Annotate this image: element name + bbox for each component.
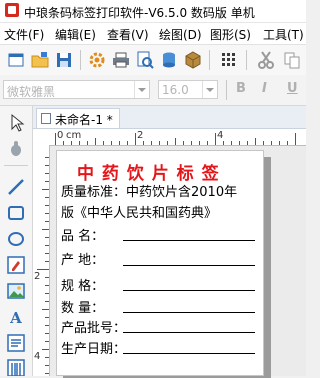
font-size-value: 16.0 bbox=[162, 83, 189, 97]
select-arrow-icon[interactable] bbox=[5, 112, 27, 134]
vertical-ruler: 2 4 bbox=[33, 145, 50, 376]
palette-separator bbox=[4, 165, 28, 166]
ruler-unit: cm bbox=[66, 130, 82, 141]
menu-draw[interactable]: 绘图(D) bbox=[159, 26, 202, 43]
chevron-down-icon[interactable] bbox=[134, 81, 149, 98]
bold-button[interactable]: B bbox=[236, 81, 246, 96]
field-label-batch[interactable]: 产品批号： bbox=[61, 317, 126, 336]
underline-origin bbox=[123, 265, 255, 266]
ruler-label-2: 2 bbox=[137, 130, 144, 141]
quality-standard-line-1[interactable]: 质量标准：中药饮片含2010年 bbox=[61, 181, 237, 200]
rectangle-icon[interactable] bbox=[5, 202, 27, 224]
menu-view[interactable]: 查看(V) bbox=[107, 26, 149, 43]
new-file-icon[interactable] bbox=[7, 51, 25, 69]
font-family-value: 微软雅黑 bbox=[7, 85, 56, 99]
barcode-icon[interactable] bbox=[5, 358, 27, 376]
underline-quantity bbox=[123, 312, 255, 313]
print-icon[interactable] bbox=[112, 51, 130, 69]
chevron-down-icon[interactable] bbox=[202, 81, 217, 98]
ruler-label-2: 2 bbox=[34, 271, 41, 282]
field-label-quantity[interactable]: 数 量： bbox=[61, 297, 104, 316]
menu-edit[interactable]: 编辑(E) bbox=[55, 26, 96, 43]
copy-icon[interactable] bbox=[283, 51, 301, 69]
print-preview-icon[interactable] bbox=[136, 51, 154, 69]
text-icon[interactable]: A bbox=[5, 306, 27, 328]
field-label-spec[interactable]: 规 格： bbox=[61, 275, 104, 294]
horizontal-ruler: 0 cm 2 4 bbox=[33, 129, 306, 146]
ruler-ticks bbox=[37, 157, 49, 374]
underline-spec bbox=[123, 290, 255, 291]
quality-standard-line-2[interactable]: 版《中华人民共和国药典》 bbox=[61, 202, 217, 221]
settings-gear-icon[interactable] bbox=[88, 51, 106, 69]
underline-production-date bbox=[123, 353, 255, 354]
document-icon bbox=[41, 113, 51, 124]
format-toolbar: 微软雅黑 16.0 B I U bbox=[0, 75, 306, 106]
pan-icon[interactable] bbox=[5, 138, 27, 160]
main-toolbar bbox=[0, 44, 306, 76]
menu-shape[interactable]: 图形(S) bbox=[210, 26, 251, 43]
field-label-origin[interactable]: 产 地： bbox=[61, 249, 104, 268]
ellipse-icon[interactable] bbox=[5, 228, 27, 250]
ruler-label-4: 4 bbox=[217, 130, 224, 141]
tab-label: 未命名-1 * bbox=[55, 113, 113, 127]
title-bar: 中琅条码标签打印软件-V6.5.0 数码版 单机 bbox=[0, 0, 306, 23]
font-family-select[interactable]: 微软雅黑 bbox=[3, 80, 150, 99]
image-edit-icon[interactable] bbox=[5, 254, 27, 276]
field-label-product-name[interactable]: 品 名： bbox=[61, 225, 104, 244]
underline-button[interactable]: U bbox=[287, 81, 298, 96]
tool-palette: A bbox=[0, 106, 33, 376]
menu-file[interactable]: 文件(F) bbox=[4, 26, 44, 43]
ruler-label-zero: 0 bbox=[57, 130, 64, 141]
package-icon[interactable] bbox=[184, 51, 202, 69]
document-tab-bar: 未命名-1 * bbox=[33, 106, 306, 129]
underline-product-name bbox=[123, 240, 255, 241]
ruler-label-4: 4 bbox=[34, 351, 41, 362]
app-logo-icon bbox=[5, 3, 19, 17]
font-size-select[interactable]: 16.0 bbox=[158, 80, 218, 99]
save-icon[interactable] bbox=[55, 51, 73, 69]
italic-button[interactable]: I bbox=[262, 81, 267, 96]
rich-text-icon[interactable] bbox=[5, 332, 27, 354]
toolbar-separator bbox=[80, 50, 81, 70]
menu-tools[interactable]: 工具(T) bbox=[263, 26, 304, 43]
toolbar-separator bbox=[246, 50, 247, 70]
line-icon[interactable] bbox=[5, 176, 27, 198]
window-title: 中琅条码标签打印软件-V6.5.0 数码版 单机 bbox=[24, 6, 255, 20]
menu-bar: 文件(F) 编辑(E) 查看(V) 绘图(D) 图形(S) 工具(T) bbox=[0, 23, 306, 44]
toolbar-separator bbox=[226, 80, 227, 100]
database-icon[interactable] bbox=[160, 51, 178, 69]
picture-icon[interactable] bbox=[5, 280, 27, 302]
cut-icon[interactable] bbox=[257, 51, 275, 69]
svg-text:A: A bbox=[9, 309, 22, 327]
grid-icon[interactable] bbox=[220, 51, 238, 69]
underline-batch bbox=[123, 332, 255, 333]
open-folder-icon[interactable] bbox=[31, 51, 49, 69]
tab-document[interactable]: 未命名-1 * bbox=[36, 108, 120, 128]
toolbar-separator bbox=[209, 50, 210, 70]
label-page[interactable]: 中 药 饮 片 标 签 质量标准：中药饮片含2010年 版《中华人民共和国药典》… bbox=[56, 150, 264, 376]
field-label-production-date[interactable]: 生产日期： bbox=[61, 338, 126, 357]
